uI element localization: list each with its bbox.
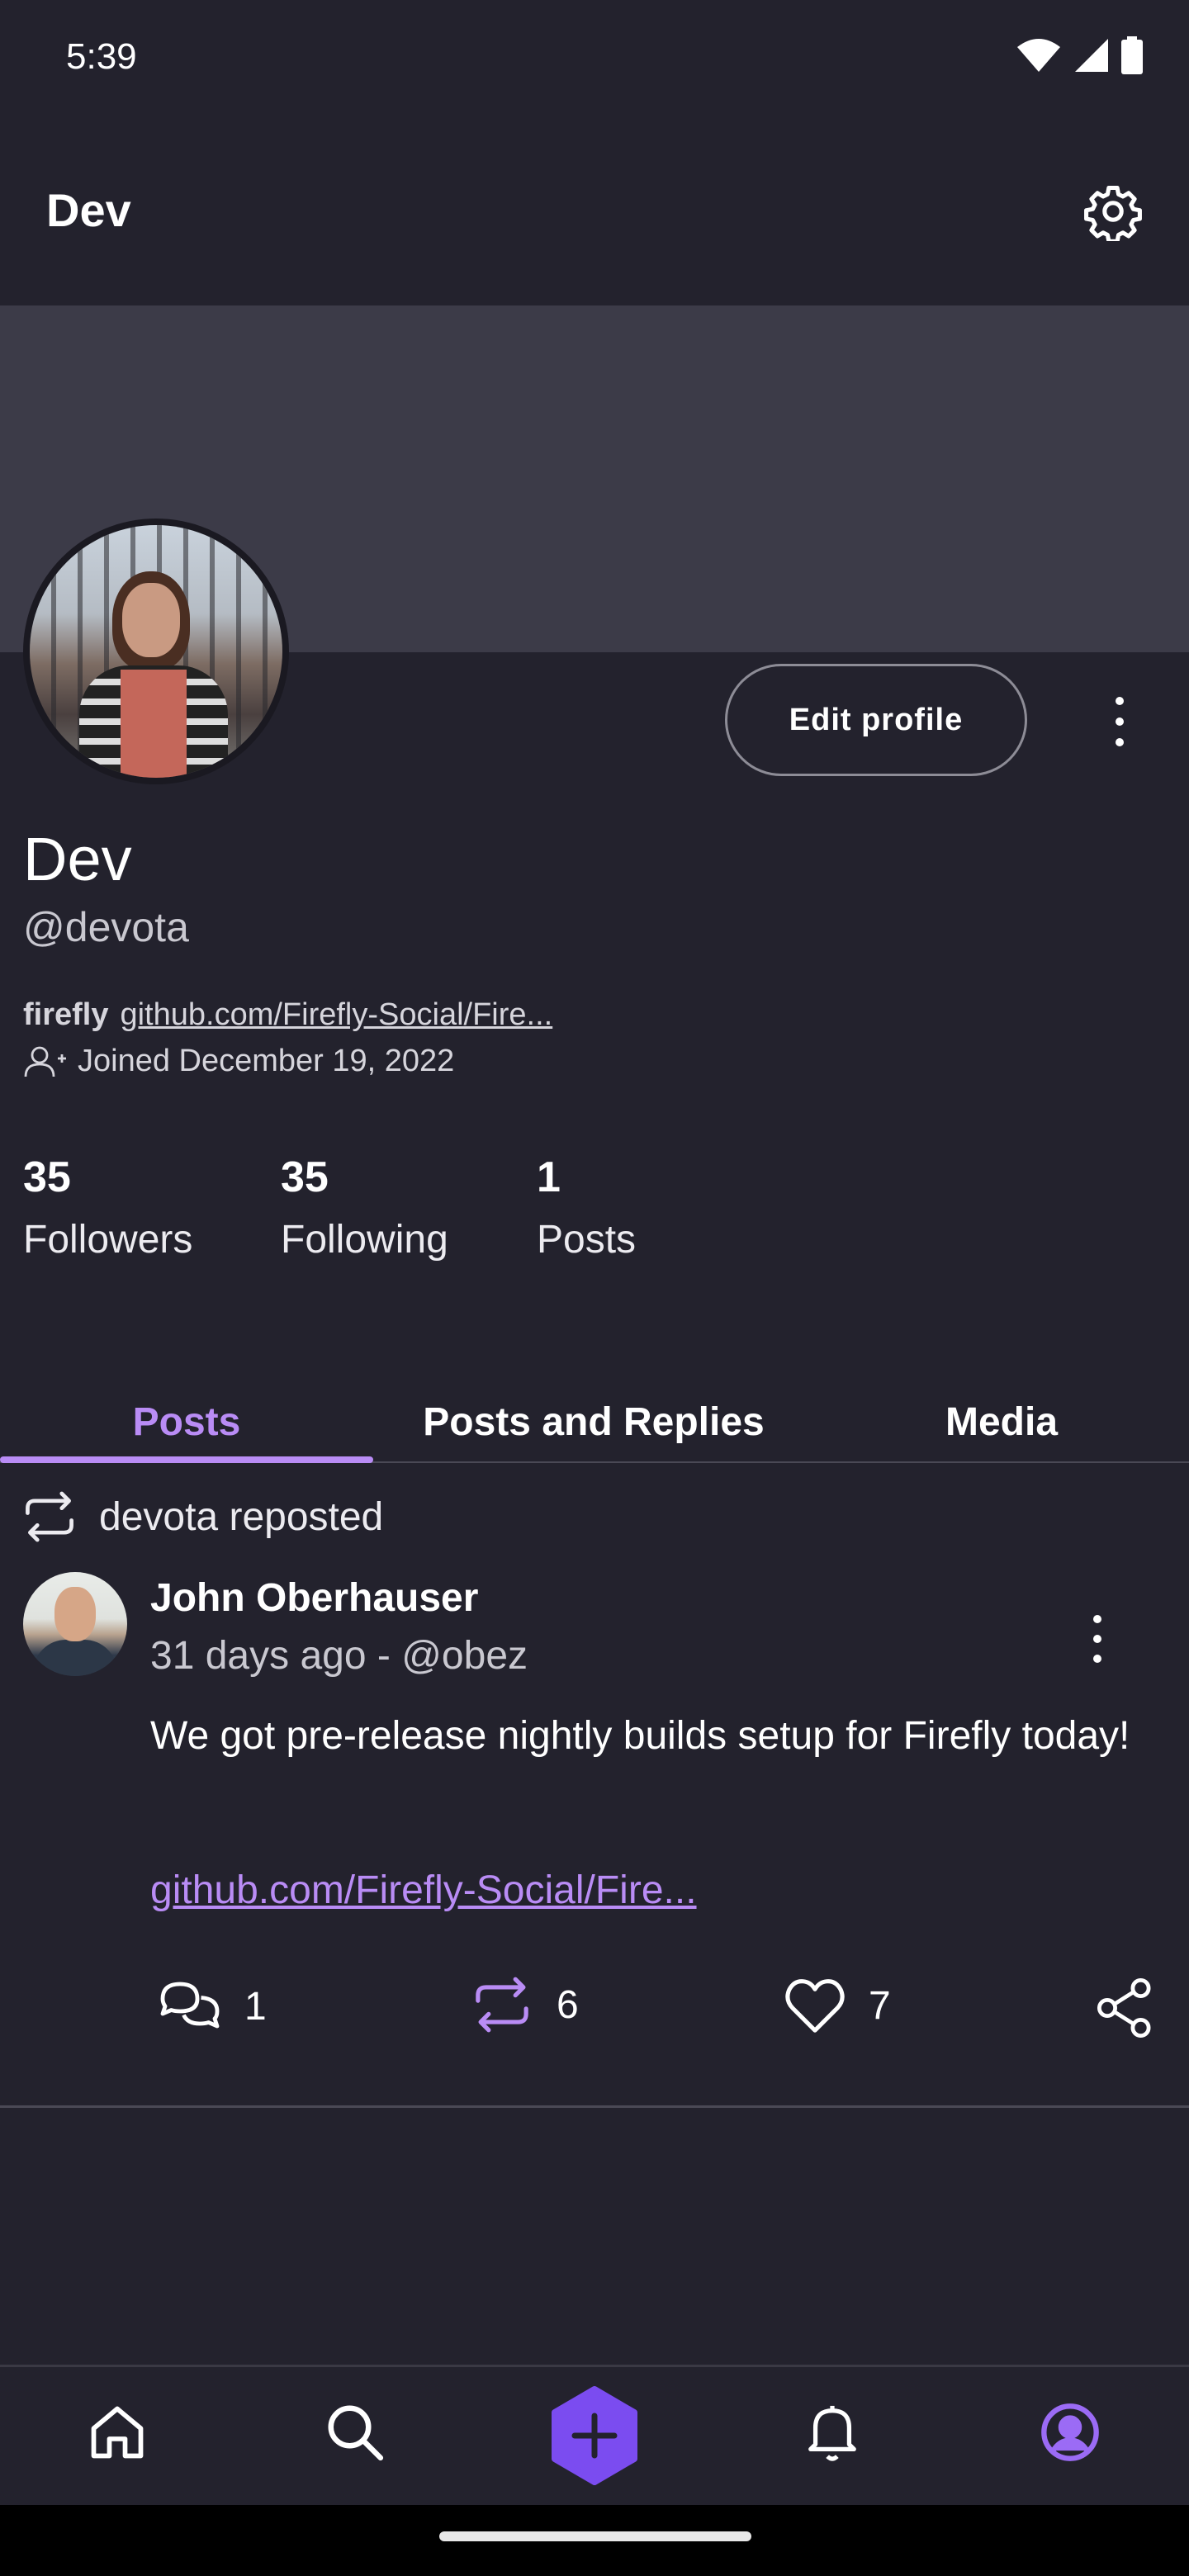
joined-text: Joined December 19, 2022 [78,1044,455,1078]
edit-profile-button[interactable]: Edit profile [725,664,1027,776]
joined-date: Joined December 19, 2022 [23,1044,454,1079]
like-button[interactable]: 7 [783,1977,891,2034]
page-title: Dev [46,184,131,236]
post-link[interactable]: github.com/Firefly-Social/Fire... [150,1868,697,1913]
repost-count: 6 [557,1982,579,2027]
heart-icon [785,1979,845,2033]
following-stat[interactable]: 35 Following [281,1153,448,1262]
compose-button[interactable] [545,2386,644,2485]
account-circle-icon [1041,2403,1099,2461]
person-add-icon [24,1046,66,1077]
following-label: Following [281,1218,448,1262]
share-button[interactable] [1095,1977,1154,2039]
profile-handle: @devota [23,904,189,950]
bio-text: firefly [23,997,109,1032]
profile-display-name: Dev [23,825,132,893]
repost-icon [476,1977,528,2033]
followers-count: 35 [23,1153,71,1201]
avatar-photo [30,525,282,778]
tab-media[interactable]: Media [814,1380,1189,1463]
posts-label: Posts [537,1218,637,1262]
more-vert-icon [1093,1615,1101,1623]
reply-button[interactable]: 1 [157,1977,267,2036]
home-icon [91,2406,144,2459]
nav-notifications[interactable] [791,2391,874,2474]
settings-button[interactable] [1080,178,1146,244]
followers-stat[interactable]: 35 Followers [23,1153,192,1262]
nav-home[interactable] [76,2391,159,2474]
signal-icon [1075,39,1108,72]
like-count: 7 [869,1983,891,2028]
post-meta: 31 days ago - @obez [150,1634,528,1678]
gesture-handle[interactable] [439,2531,751,2541]
bio-link[interactable]: github.com/Firefly-Social/Fire... [120,997,552,1033]
profile-bio: firefly github.com/Firefly-Social/Fire..… [23,997,552,1033]
wifi-icon [1017,39,1060,72]
post-author-name[interactable]: John Oberhauser [150,1575,478,1621]
repost-icon [26,1491,73,1542]
post-body: We got pre-release nightly builds setup … [150,1714,1130,1758]
nav-profile[interactable] [1029,2391,1111,2474]
nav-search[interactable] [314,2391,396,2474]
search-icon [328,2405,384,2461]
plus-icon [552,2386,637,2485]
tab-posts[interactable]: Posts [0,1380,373,1463]
active-tab-indicator [0,1456,373,1463]
followers-label: Followers [23,1218,193,1262]
tab-posts-and-replies[interactable]: Posts and Replies [373,1380,814,1463]
post-divider [0,2105,1189,2108]
chat-bubbles-icon [160,1982,220,2029]
reply-count: 1 [244,1984,267,2029]
posts-stat: 1 Posts [537,1153,636,1262]
share-icon [1097,1977,1151,2038]
battery-icon [1121,36,1143,74]
status-icons [1016,36,1143,74]
posts-count: 1 [537,1153,561,1201]
profile-overflow-menu-button[interactable] [1098,689,1141,755]
status-time: 5:39 [66,36,137,77]
post-overflow-menu-button[interactable] [1077,1610,1118,1668]
following-count: 35 [281,1153,329,1201]
more-vert-icon [1116,697,1124,705]
bell-icon [808,2405,856,2461]
profile-avatar[interactable] [23,519,289,784]
gear-icon [1084,185,1142,241]
repost-button[interactable]: 6 [469,1977,579,2033]
post-author-avatar[interactable] [23,1572,127,1676]
repost-indicator: devota reposted [20,1491,383,1542]
repost-label: devota reposted [99,1494,384,1539]
